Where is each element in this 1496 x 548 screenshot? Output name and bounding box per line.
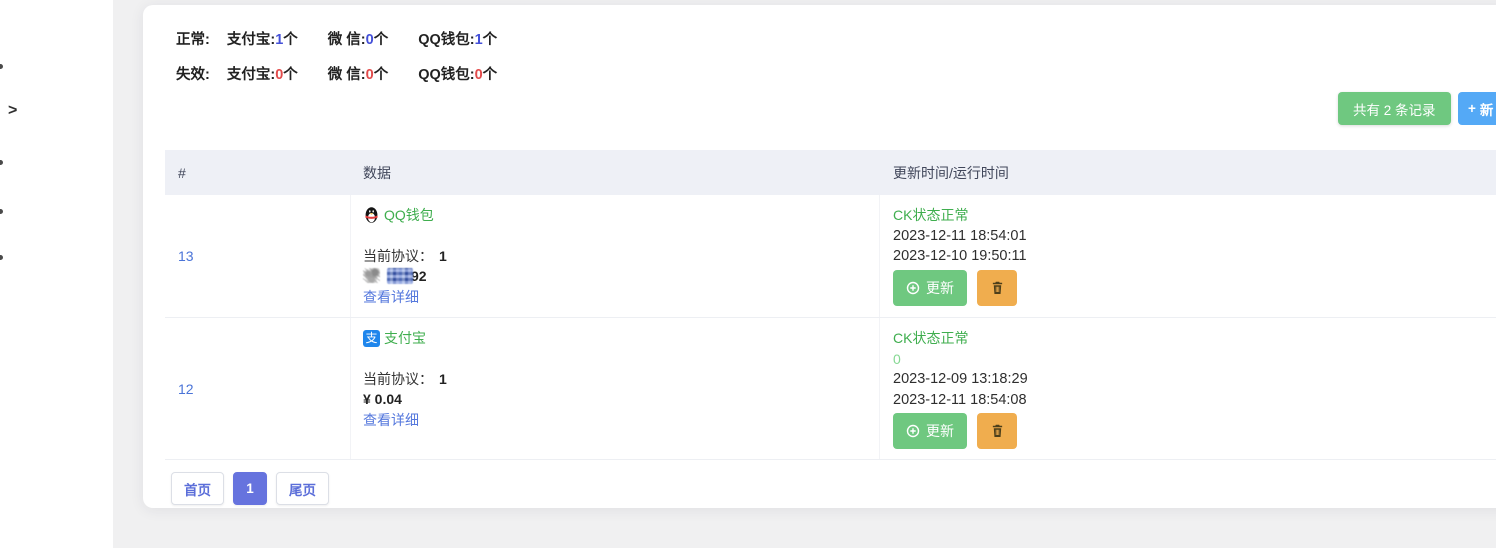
- stat-item-count: 0: [365, 32, 374, 48]
- sidebar: >: [0, 0, 113, 548]
- stat-item-suffix: 个: [373, 32, 389, 48]
- stat-item-wechat: 微 信:0个: [328, 28, 388, 49]
- sidebar-bullet-icon: [0, 160, 3, 165]
- stat-item-count: 0: [474, 67, 483, 83]
- censored-amount: 92: [363, 266, 879, 287]
- view-detail-link[interactable]: 查看详细: [363, 287, 419, 308]
- table-row: 13 QQ钱包 当前协议： 1 92 查看详细 CK状态正常 2023-12-1…: [165, 195, 1496, 318]
- col-header-data: 数据: [363, 164, 391, 181]
- stat-item-suffix: 个: [283, 67, 298, 83]
- censor-mosaic: [387, 268, 413, 284]
- pagination: 首页 1 尾页: [171, 472, 1496, 505]
- sidebar-bullet-icon: [0, 209, 3, 214]
- table-row: 12 支 支付宝 当前协议： 1 ¥ 0.04 查看详细 CK状态正常 0 20…: [165, 318, 1496, 460]
- stat-item-qq: QQ钱包:1个: [418, 28, 497, 49]
- trash-icon: [991, 424, 1004, 438]
- stat-item-name: 支付宝:: [226, 67, 276, 83]
- stat-item-name: QQ钱包:: [418, 32, 475, 48]
- stat-item-name: 支付宝:: [226, 32, 276, 48]
- plus-icon: +: [1468, 101, 1476, 116]
- stat-item-qq: QQ钱包:0个: [418, 63, 497, 84]
- stat-item-name: 微 信:: [327, 67, 366, 83]
- protocol-label: 当前协议：: [363, 247, 433, 264]
- update-time: 2023-12-09 13:18:29: [893, 371, 1028, 387]
- protocol-line: 当前协议： 1: [363, 369, 879, 390]
- alipay-icon: 支: [363, 329, 380, 347]
- refresh-circle-icon: [906, 424, 920, 438]
- stat-item-count: 1: [474, 32, 483, 48]
- refresh-circle-icon: [906, 281, 920, 295]
- stat-label-normal: 正常:: [176, 32, 210, 48]
- delete-button[interactable]: [977, 269, 1017, 306]
- stats-invalid-line: 失效: 支付宝:0个 微 信:0个 QQ钱包:0个: [176, 63, 527, 84]
- row-actions: 更新: [893, 269, 1496, 306]
- stat-item-suffix: 个: [482, 32, 498, 48]
- wallet-title: QQ钱包: [363, 205, 879, 226]
- stats-normal-line: 正常: 支付宝:1个 微 信:0个 QQ钱包:1个: [176, 28, 527, 49]
- col-header-time: 更新时间/运行时间: [893, 164, 1009, 181]
- row-id-link[interactable]: 12: [178, 381, 194, 397]
- ck-status: CK状态正常: [893, 207, 969, 223]
- update-button[interactable]: 更新: [893, 269, 967, 306]
- protocol-value: 1: [439, 370, 447, 387]
- add-button[interactable]: + 新: [1458, 92, 1496, 125]
- chevron-right-icon[interactable]: >: [8, 103, 17, 119]
- ck-status: CK状态正常: [893, 330, 969, 346]
- stat-item-alipay: 支付宝:0个: [227, 63, 298, 84]
- update-time: 2023-12-11 18:54:01: [893, 227, 1027, 244]
- record-count-button[interactable]: 共有 2 条记录: [1338, 92, 1451, 125]
- stat-item-suffix: 个: [482, 67, 498, 83]
- protocol-value: 1: [439, 247, 447, 264]
- row-id-link[interactable]: 13: [178, 248, 194, 264]
- ck-status-extra: 0: [893, 350, 901, 367]
- alipay-icon-glyph: 支: [365, 331, 378, 346]
- protocol-label: 当前协议：: [363, 370, 433, 387]
- stat-item-name: 微 信:: [327, 32, 366, 48]
- table-header: # 数据 更新时间/运行时间: [165, 150, 1496, 195]
- row-actions: 更新: [893, 413, 1496, 449]
- stats-panel: 正常: 支付宝:1个 微 信:0个 QQ钱包:1个 失效: 支付宝:0个 微 信…: [176, 30, 527, 100]
- qq-wallet-icon: [363, 206, 380, 224]
- col-header-index: #: [178, 164, 186, 181]
- stat-item-suffix: 个: [373, 67, 389, 83]
- sidebar-bullet-icon: [0, 64, 3, 69]
- sidebar-bullet-icon: [0, 255, 3, 260]
- censor-scribble: [363, 268, 380, 283]
- update-button[interactable]: 更新: [893, 413, 967, 449]
- stat-label-invalid: 失效:: [176, 67, 210, 83]
- delete-button[interactable]: [977, 413, 1017, 449]
- amount-visible-digits: 92: [411, 268, 427, 284]
- stat-item-alipay: 支付宝:1个: [227, 28, 298, 49]
- pagination-first[interactable]: 首页: [171, 472, 224, 505]
- stat-item-count: 0: [365, 67, 374, 83]
- stat-item-name: QQ钱包:: [418, 67, 475, 83]
- stat-item-suffix: 个: [283, 32, 298, 48]
- add-button-label: 新: [1479, 102, 1494, 118]
- update-button-label: 更新: [926, 423, 954, 439]
- records-table: # 数据 更新时间/运行时间 13 QQ钱包 当前协议： 1 92 查看详细 C…: [165, 150, 1496, 505]
- amount-value: ¥ 0.04: [363, 391, 402, 407]
- protocol-line: 当前协议： 1: [363, 246, 879, 267]
- run-time: 2023-12-11 18:54:08: [893, 391, 1027, 408]
- amount-line: ¥ 0.04: [363, 389, 879, 410]
- wallet-name: 支付宝: [384, 330, 426, 346]
- pagination-last[interactable]: 尾页: [276, 472, 329, 505]
- run-time: 2023-12-10 19:50:11: [893, 248, 1027, 264]
- update-button-label: 更新: [926, 279, 954, 296]
- stat-item-wechat: 微 信:0个: [328, 63, 388, 84]
- wallet-name: QQ钱包: [384, 207, 434, 223]
- trash-icon: [991, 281, 1004, 295]
- view-detail-link[interactable]: 查看详细: [363, 410, 419, 431]
- main-card: 正常: 支付宝:1个 微 信:0个 QQ钱包:1个 失效: 支付宝:0个 微 信…: [143, 5, 1496, 508]
- wallet-title: 支 支付宝: [363, 328, 879, 349]
- pagination-page-1[interactable]: 1: [233, 472, 267, 505]
